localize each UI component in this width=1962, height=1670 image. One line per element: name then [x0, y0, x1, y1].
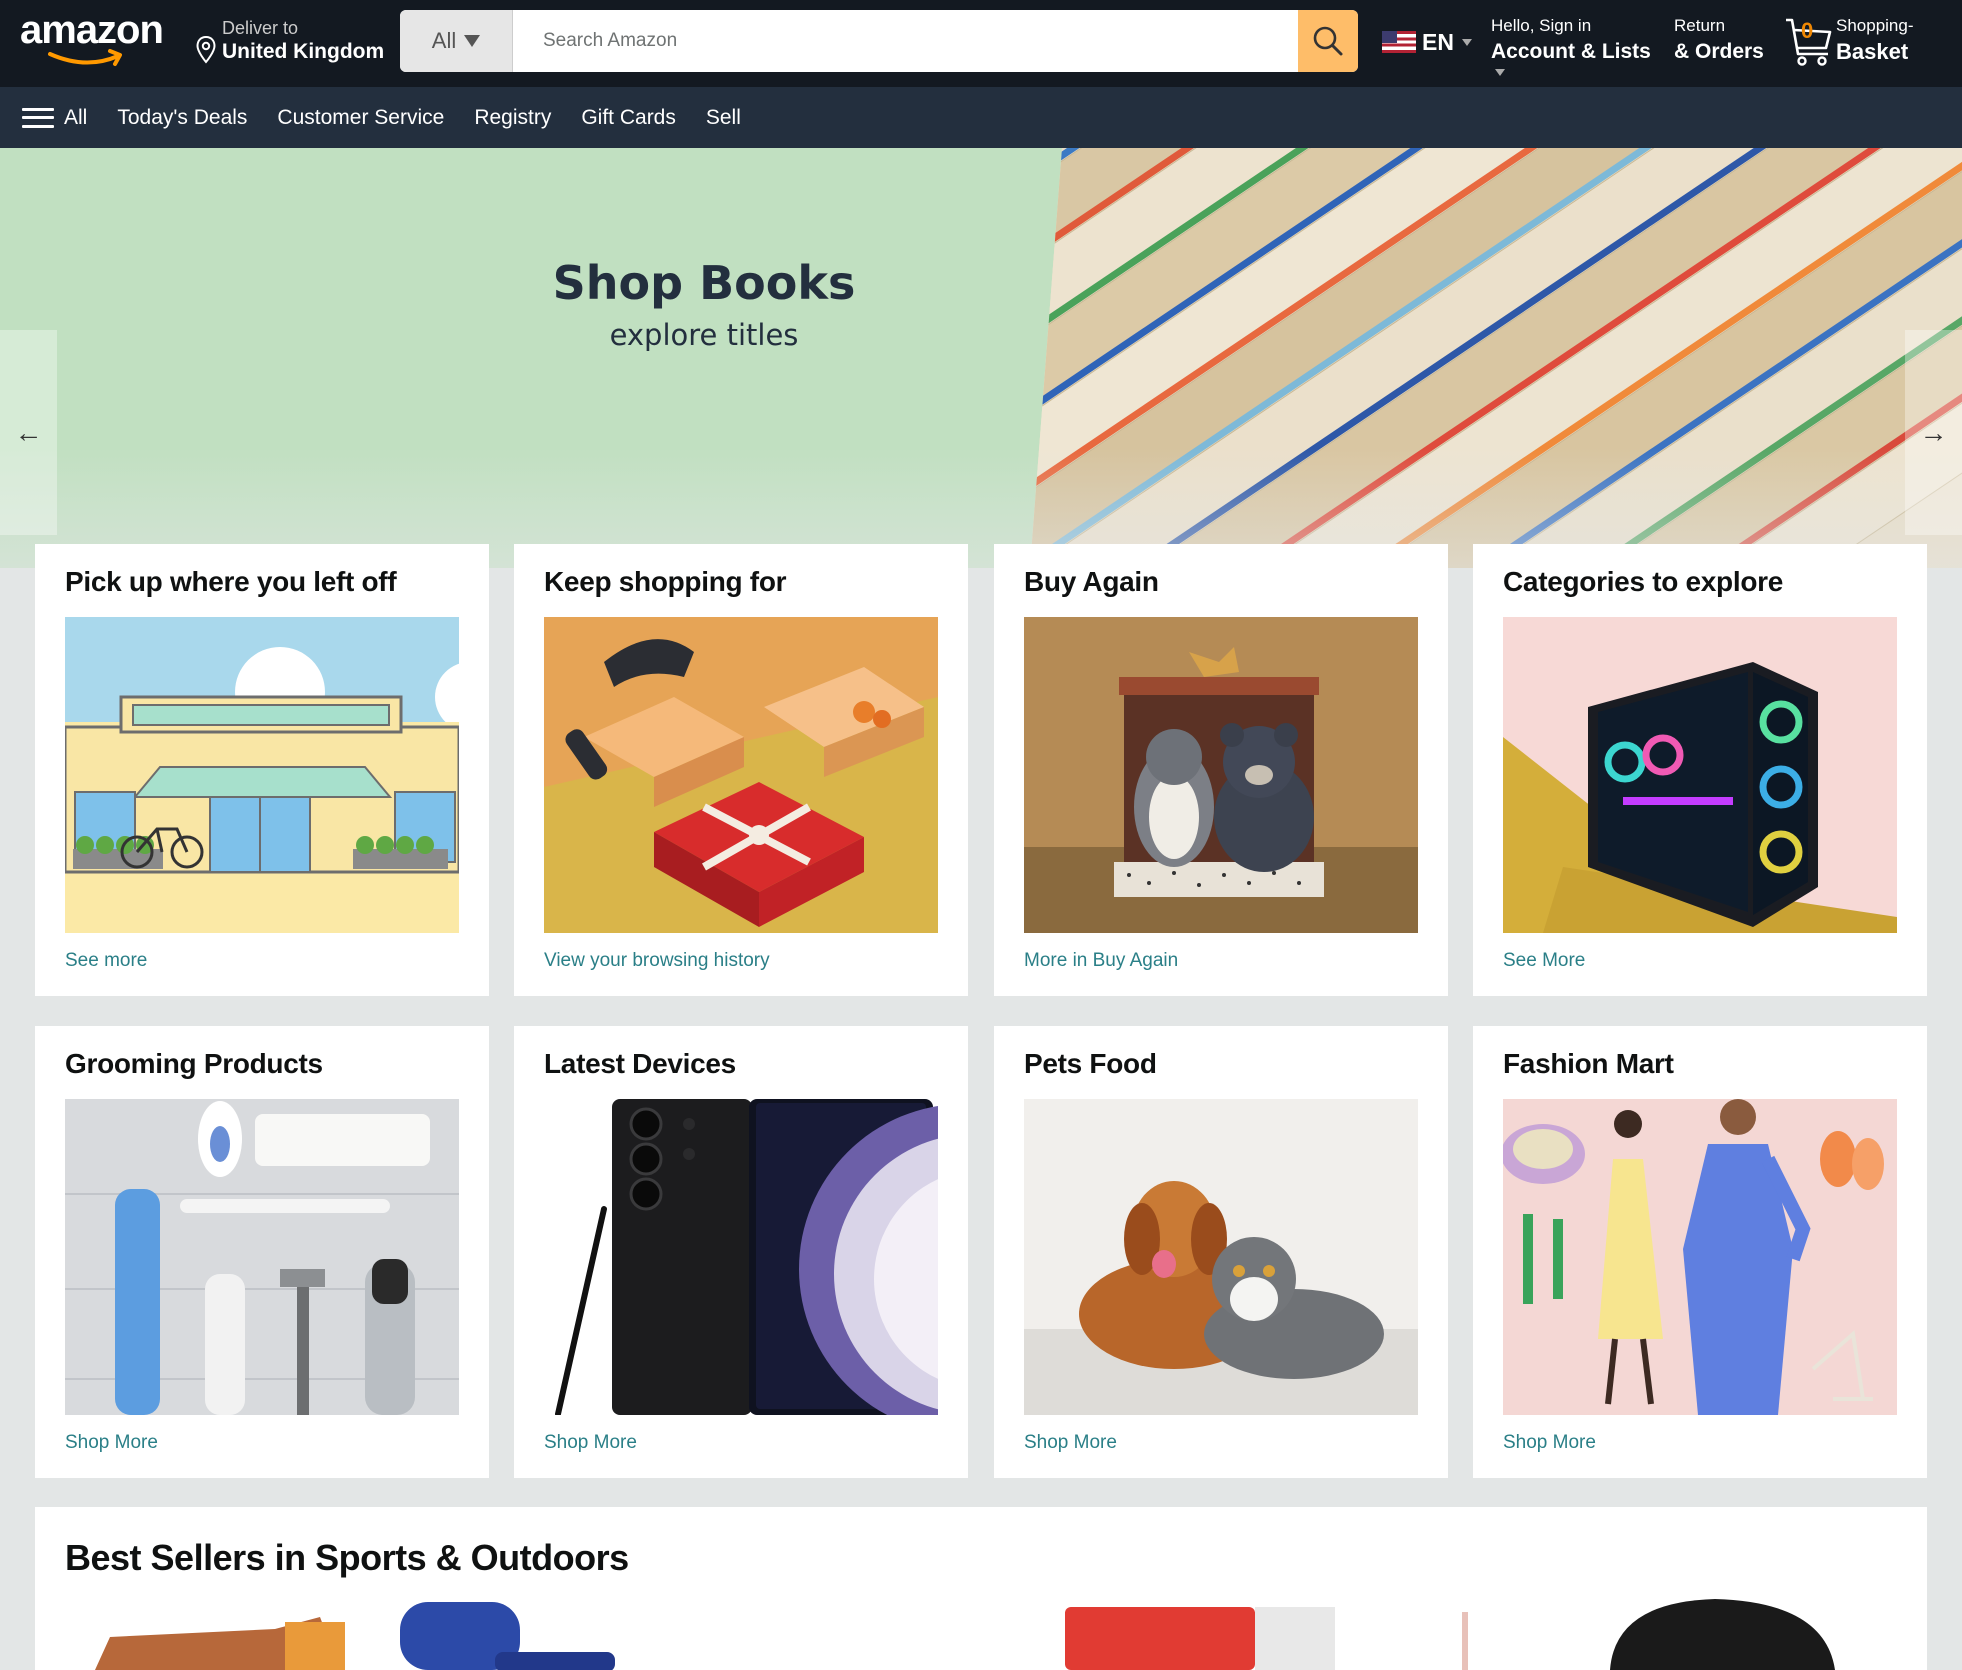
card-title: Fashion Mart [1503, 1048, 1674, 1079]
browsing-history-link[interactable]: View your browsing history [544, 950, 770, 972]
nav-customer-service[interactable]: Customer Service [277, 106, 444, 130]
caret-down-icon [1495, 69, 1505, 77]
carousel-next-button[interactable]: → [1905, 330, 1962, 535]
storefront-image[interactable] [65, 617, 459, 933]
nav-gift-cards[interactable]: Gift Cards [581, 106, 676, 130]
dog-and-cat-image[interactable] [1024, 1099, 1418, 1415]
location-pin-icon [196, 36, 216, 64]
hamburger-icon [22, 107, 54, 128]
cart-label: Basket [1836, 39, 1909, 64]
search-icon [1313, 26, 1343, 56]
card-title: Keep shopping for [544, 566, 787, 597]
account-label: Account & Lists [1491, 40, 1651, 63]
plush-gift-image[interactable] [1024, 617, 1418, 933]
see-more-link[interactable]: See more [65, 950, 147, 972]
carousel-prev-button[interactable]: ← [0, 330, 57, 535]
card-title: Pets Food [1024, 1048, 1157, 1079]
best-sellers-products-strip [95, 1599, 1835, 1670]
grooming-shop-more-link[interactable]: Shop More [65, 1432, 158, 1454]
language-selector[interactable]: EN [1382, 24, 1472, 60]
nav-all-menu[interactable]: All [22, 106, 87, 130]
search-bar: All [400, 10, 1358, 72]
pets-shop-more-link[interactable]: Shop More [1024, 1432, 1117, 1454]
card-title: Pick up where you left off [65, 566, 397, 597]
card-buy-again: Buy Again More in Buy Again [994, 544, 1448, 996]
search-input[interactable] [513, 10, 1298, 72]
card-recent: Pick up where you left off See more [35, 544, 489, 996]
cart-count: 0 [1801, 18, 1814, 43]
nav-registry[interactable]: Registry [474, 106, 551, 130]
search-category-label: All [431, 28, 457, 53]
card-pets: Pets Food Shop More [994, 1026, 1448, 1478]
account-greeting: Hello, Sign in [1491, 16, 1592, 35]
categories-see-more-link[interactable]: See More [1503, 950, 1585, 972]
card-categories: Categories to explore See More [1473, 544, 1927, 996]
card-keep-shopping: Keep shopping for View your browsing his… [514, 544, 968, 996]
card-title: Buy Again [1024, 566, 1159, 597]
hero-title: Shop Books [552, 256, 856, 310]
caret-down-icon [1461, 38, 1472, 46]
caret-down-icon [464, 35, 481, 47]
card-title: Categories to explore [1503, 566, 1784, 597]
main-nav: All Today's Deals Customer Service Regis… [0, 87, 1962, 148]
card-fashion: Fashion Mart Shop More [1473, 1026, 1927, 1478]
smartphone-image[interactable] [544, 1099, 938, 1415]
nav-all-label: All [64, 105, 88, 129]
card-title: Grooming Products [65, 1048, 323, 1079]
arrow-right-icon: → [1919, 416, 1948, 448]
card-grooming: Grooming Products Shop More [35, 1026, 489, 1478]
smile-arrow-icon [48, 49, 122, 66]
deliver-to[interactable]: Deliver to United Kingdom [196, 14, 386, 70]
hero-subtitle: explore titles [609, 318, 799, 352]
gifts-image[interactable] [544, 617, 938, 933]
language-code: EN [1422, 28, 1454, 55]
nav-todays-deals[interactable]: Today's Deals [117, 106, 247, 130]
hero-carousel[interactable]: Shop Books explore titles [0, 148, 1962, 568]
deliver-label: Deliver to [222, 18, 299, 38]
cart-button[interactable]: 0 Shopping- Basket [1784, 12, 1934, 72]
card-title: Latest Devices [544, 1048, 736, 1079]
gaming-pc-image[interactable] [1503, 617, 1897, 933]
fashion-shop-more-link[interactable]: Shop More [1503, 1432, 1596, 1454]
arrow-left-icon: ← [14, 416, 43, 448]
buy-again-link[interactable]: More in Buy Again [1024, 950, 1178, 972]
search-button[interactable] [1298, 10, 1358, 72]
returns-orders[interactable]: Return & Orders [1674, 16, 1784, 64]
account-menu[interactable]: Hello, Sign in Account & Lists [1491, 16, 1661, 82]
top-navbar: amazon Deliver to United Kingdom All EN [0, 0, 1962, 87]
fashion-image[interactable] [1503, 1099, 1897, 1415]
best-sellers-section: Best Sellers in Sports & Outdoors [35, 1507, 1927, 1670]
orders-label: & Orders [1674, 40, 1764, 63]
amazon-logo[interactable]: amazon [20, 8, 170, 68]
search-category-dropdown[interactable]: All [400, 10, 513, 72]
card-devices: Latest Devices Shop More [514, 1026, 968, 1478]
returns-label: Return [1674, 16, 1726, 35]
us-flag-icon [1382, 31, 1416, 53]
logo-text: amazon [20, 8, 164, 52]
devices-shop-more-link[interactable]: Shop More [544, 1432, 637, 1454]
grooming-products-image[interactable] [65, 1099, 459, 1415]
deliver-location: United Kingdom [222, 40, 385, 63]
nav-sell[interactable]: Sell [706, 106, 741, 130]
cart-label-top: Shopping- [1836, 16, 1914, 35]
